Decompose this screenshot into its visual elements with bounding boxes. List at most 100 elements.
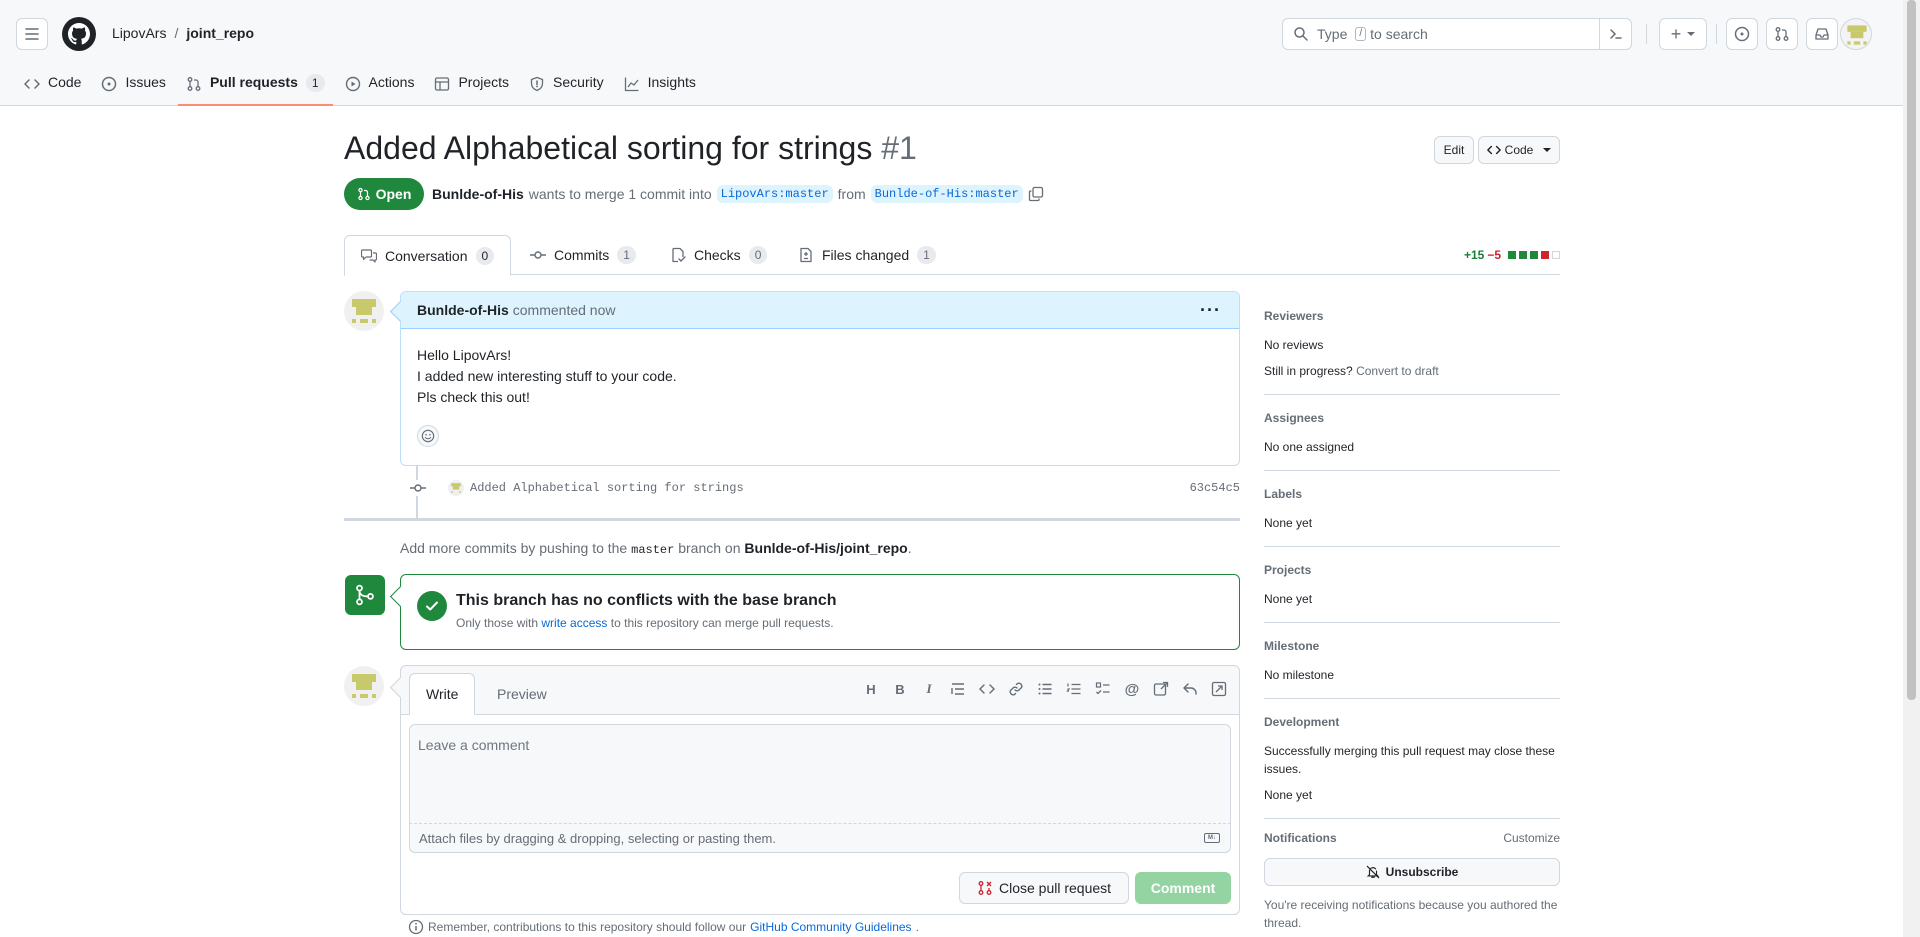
attach-files-bar[interactable]: Attach files by dragging & dropping, sel… bbox=[409, 823, 1231, 853]
assignees-heading[interactable]: Assignees bbox=[1264, 411, 1560, 425]
pull-requests-button[interactable] bbox=[1766, 18, 1798, 50]
development-value: None yet bbox=[1264, 788, 1313, 802]
section-title: Milestone bbox=[1264, 639, 1320, 653]
code-icon bbox=[1486, 145, 1501, 155]
merge-status-box: This branch has no conflicts with the ba… bbox=[400, 574, 1240, 650]
diffstat-block bbox=[1541, 251, 1549, 259]
comment-line: I added new interesting stuff to your co… bbox=[417, 368, 677, 384]
header-divider bbox=[1646, 24, 1647, 44]
guidelines-link[interactable]: GitHub Community Guidelines bbox=[750, 920, 911, 934]
user-avatar[interactable] bbox=[1840, 18, 1872, 50]
menu-button[interactable] bbox=[16, 18, 48, 50]
tab-security[interactable]: Security bbox=[521, 70, 612, 106]
labels-heading[interactable]: Labels bbox=[1264, 487, 1560, 501]
tab-code[interactable]: Code bbox=[16, 70, 89, 106]
owner-link[interactable]: LipovArs bbox=[112, 25, 166, 41]
commit-sha[interactable]: 63c54c5 bbox=[1190, 481, 1240, 495]
issue-opened-icon bbox=[1734, 26, 1750, 42]
unordered-list-icon[interactable] bbox=[1037, 681, 1053, 697]
unsubscribe-button[interactable]: Unsubscribe bbox=[1264, 858, 1560, 886]
issues-button[interactable] bbox=[1726, 18, 1758, 50]
assignees-section: Assignees No one assigned bbox=[1264, 407, 1560, 471]
tab-insights[interactable]: Insights bbox=[616, 70, 704, 106]
commit-message[interactable]: Added Alphabetical sorting for strings bbox=[470, 481, 744, 495]
tasklist-icon[interactable] bbox=[1095, 681, 1111, 697]
code-dropdown-button[interactable]: Code bbox=[1478, 136, 1560, 164]
tab-checks[interactable]: Checks 0 bbox=[654, 235, 783, 275]
pr-sidebar: Reviewers No reviews Still in progress? … bbox=[1264, 305, 1560, 932]
create-new-button[interactable]: + bbox=[1659, 18, 1707, 50]
reviewers-heading[interactable]: Reviewers bbox=[1264, 309, 1560, 323]
comment-submit-button[interactable]: Comment bbox=[1135, 872, 1231, 904]
link-icon[interactable] bbox=[1008, 681, 1024, 697]
edit-button[interactable]: Edit bbox=[1434, 136, 1474, 164]
copy-icon[interactable] bbox=[1028, 186, 1044, 202]
tab-files-changed[interactable]: Files changed 1 bbox=[782, 235, 952, 275]
code-icon[interactable] bbox=[979, 681, 995, 697]
repo-link[interactable]: joint_repo bbox=[186, 25, 254, 41]
markdown-icon[interactable]: M↓ bbox=[1204, 833, 1220, 843]
write-access-link[interactable]: write access bbox=[541, 616, 607, 630]
mention-icon[interactable]: @ bbox=[1124, 681, 1140, 698]
search-placeholder: Type bbox=[1317, 26, 1348, 42]
tab-label: Actions bbox=[368, 74, 415, 90]
ordered-list-icon[interactable] bbox=[1066, 681, 1082, 697]
tab-conversation[interactable]: Conversation 0 bbox=[344, 235, 512, 276]
draft-hint: Still in progress? Convert to draft bbox=[1264, 362, 1560, 380]
search-input[interactable]: Type / to search bbox=[1282, 18, 1632, 50]
tab-actions[interactable]: Actions bbox=[337, 70, 423, 106]
pull-request-icon bbox=[187, 77, 201, 91]
avatar[interactable] bbox=[448, 480, 464, 496]
close-pull-request-button[interactable]: Close pull request bbox=[959, 872, 1129, 904]
comment-textarea[interactable]: Leave a comment bbox=[409, 724, 1231, 824]
scrollbar-thumb[interactable] bbox=[1907, 0, 1916, 700]
tab-count: 0 bbox=[475, 246, 495, 265]
milestone-heading[interactable]: Milestone bbox=[1264, 639, 1560, 653]
cross-reference-icon[interactable] bbox=[1153, 681, 1169, 697]
avatar[interactable] bbox=[344, 666, 384, 706]
quote-icon[interactable] bbox=[950, 681, 966, 697]
unsubscribe-label: Unsubscribe bbox=[1385, 865, 1459, 879]
tab-projects[interactable]: Projects bbox=[426, 70, 517, 106]
labels-section: Labels None yet bbox=[1264, 483, 1560, 547]
tab-preview[interactable]: Preview bbox=[481, 673, 563, 715]
diffstat-block bbox=[1552, 251, 1560, 259]
author-link[interactable]: Bunlde-of-His bbox=[432, 186, 524, 202]
tab-issues[interactable]: Issues bbox=[93, 70, 173, 106]
identicon-icon bbox=[1847, 25, 1867, 45]
inbox-button[interactable] bbox=[1806, 18, 1838, 50]
kebab-horizontal-icon[interactable]: ··· bbox=[1200, 300, 1221, 321]
base-branch[interactable]: LipovArs:master bbox=[716, 185, 833, 203]
reply-icon[interactable] bbox=[1182, 681, 1198, 697]
section-title: Projects bbox=[1264, 563, 1312, 577]
branch-name: master bbox=[631, 543, 675, 557]
avatar[interactable] bbox=[344, 291, 384, 331]
pr-tabs: Conversation 0 Commits 1 Checks 0 Files … bbox=[344, 235, 1560, 276]
development-heading[interactable]: Development bbox=[1264, 715, 1560, 729]
heading-icon[interactable]: H bbox=[863, 681, 879, 697]
attach-text: Attach files by dragging & dropping, sel… bbox=[419, 830, 776, 846]
git-pull-request-icon bbox=[1775, 27, 1789, 41]
repo-link[interactable]: Bunlde-of-His/joint_repo bbox=[744, 540, 907, 556]
customize-link[interactable]: Customize bbox=[1503, 831, 1560, 845]
tab-label: Insights bbox=[647, 74, 696, 90]
tab-commits[interactable]: Commits 1 bbox=[514, 235, 652, 275]
fullscreen-icon[interactable] bbox=[1211, 681, 1227, 697]
tab-write[interactable]: Write bbox=[409, 673, 476, 715]
diffstat-block bbox=[1530, 251, 1538, 259]
convert-to-draft-link[interactable]: Convert to draft bbox=[1356, 364, 1439, 378]
tab-pull-requests[interactable]: Pull requests 1 bbox=[177, 70, 333, 106]
check-circle-icon bbox=[417, 591, 447, 621]
development-text: Successfully merging this pull request m… bbox=[1264, 744, 1555, 776]
head-branch[interactable]: Bunlde-of-His:master bbox=[870, 185, 1023, 203]
comment-line: Hello LipovArs! bbox=[417, 347, 512, 363]
add-reaction-button[interactable] bbox=[417, 425, 439, 447]
page-scrollbar[interactable] bbox=[1903, 0, 1920, 937]
bold-icon[interactable]: B bbox=[892, 681, 908, 697]
github-logo-icon[interactable] bbox=[62, 17, 96, 51]
italic-icon[interactable]: I bbox=[921, 681, 937, 697]
command-palette-button[interactable] bbox=[1599, 19, 1631, 49]
comment-author[interactable]: Bunlde-of-His bbox=[417, 302, 509, 318]
close-pr-label: Close pull request bbox=[998, 880, 1112, 896]
projects-heading[interactable]: Projects bbox=[1264, 563, 1560, 577]
